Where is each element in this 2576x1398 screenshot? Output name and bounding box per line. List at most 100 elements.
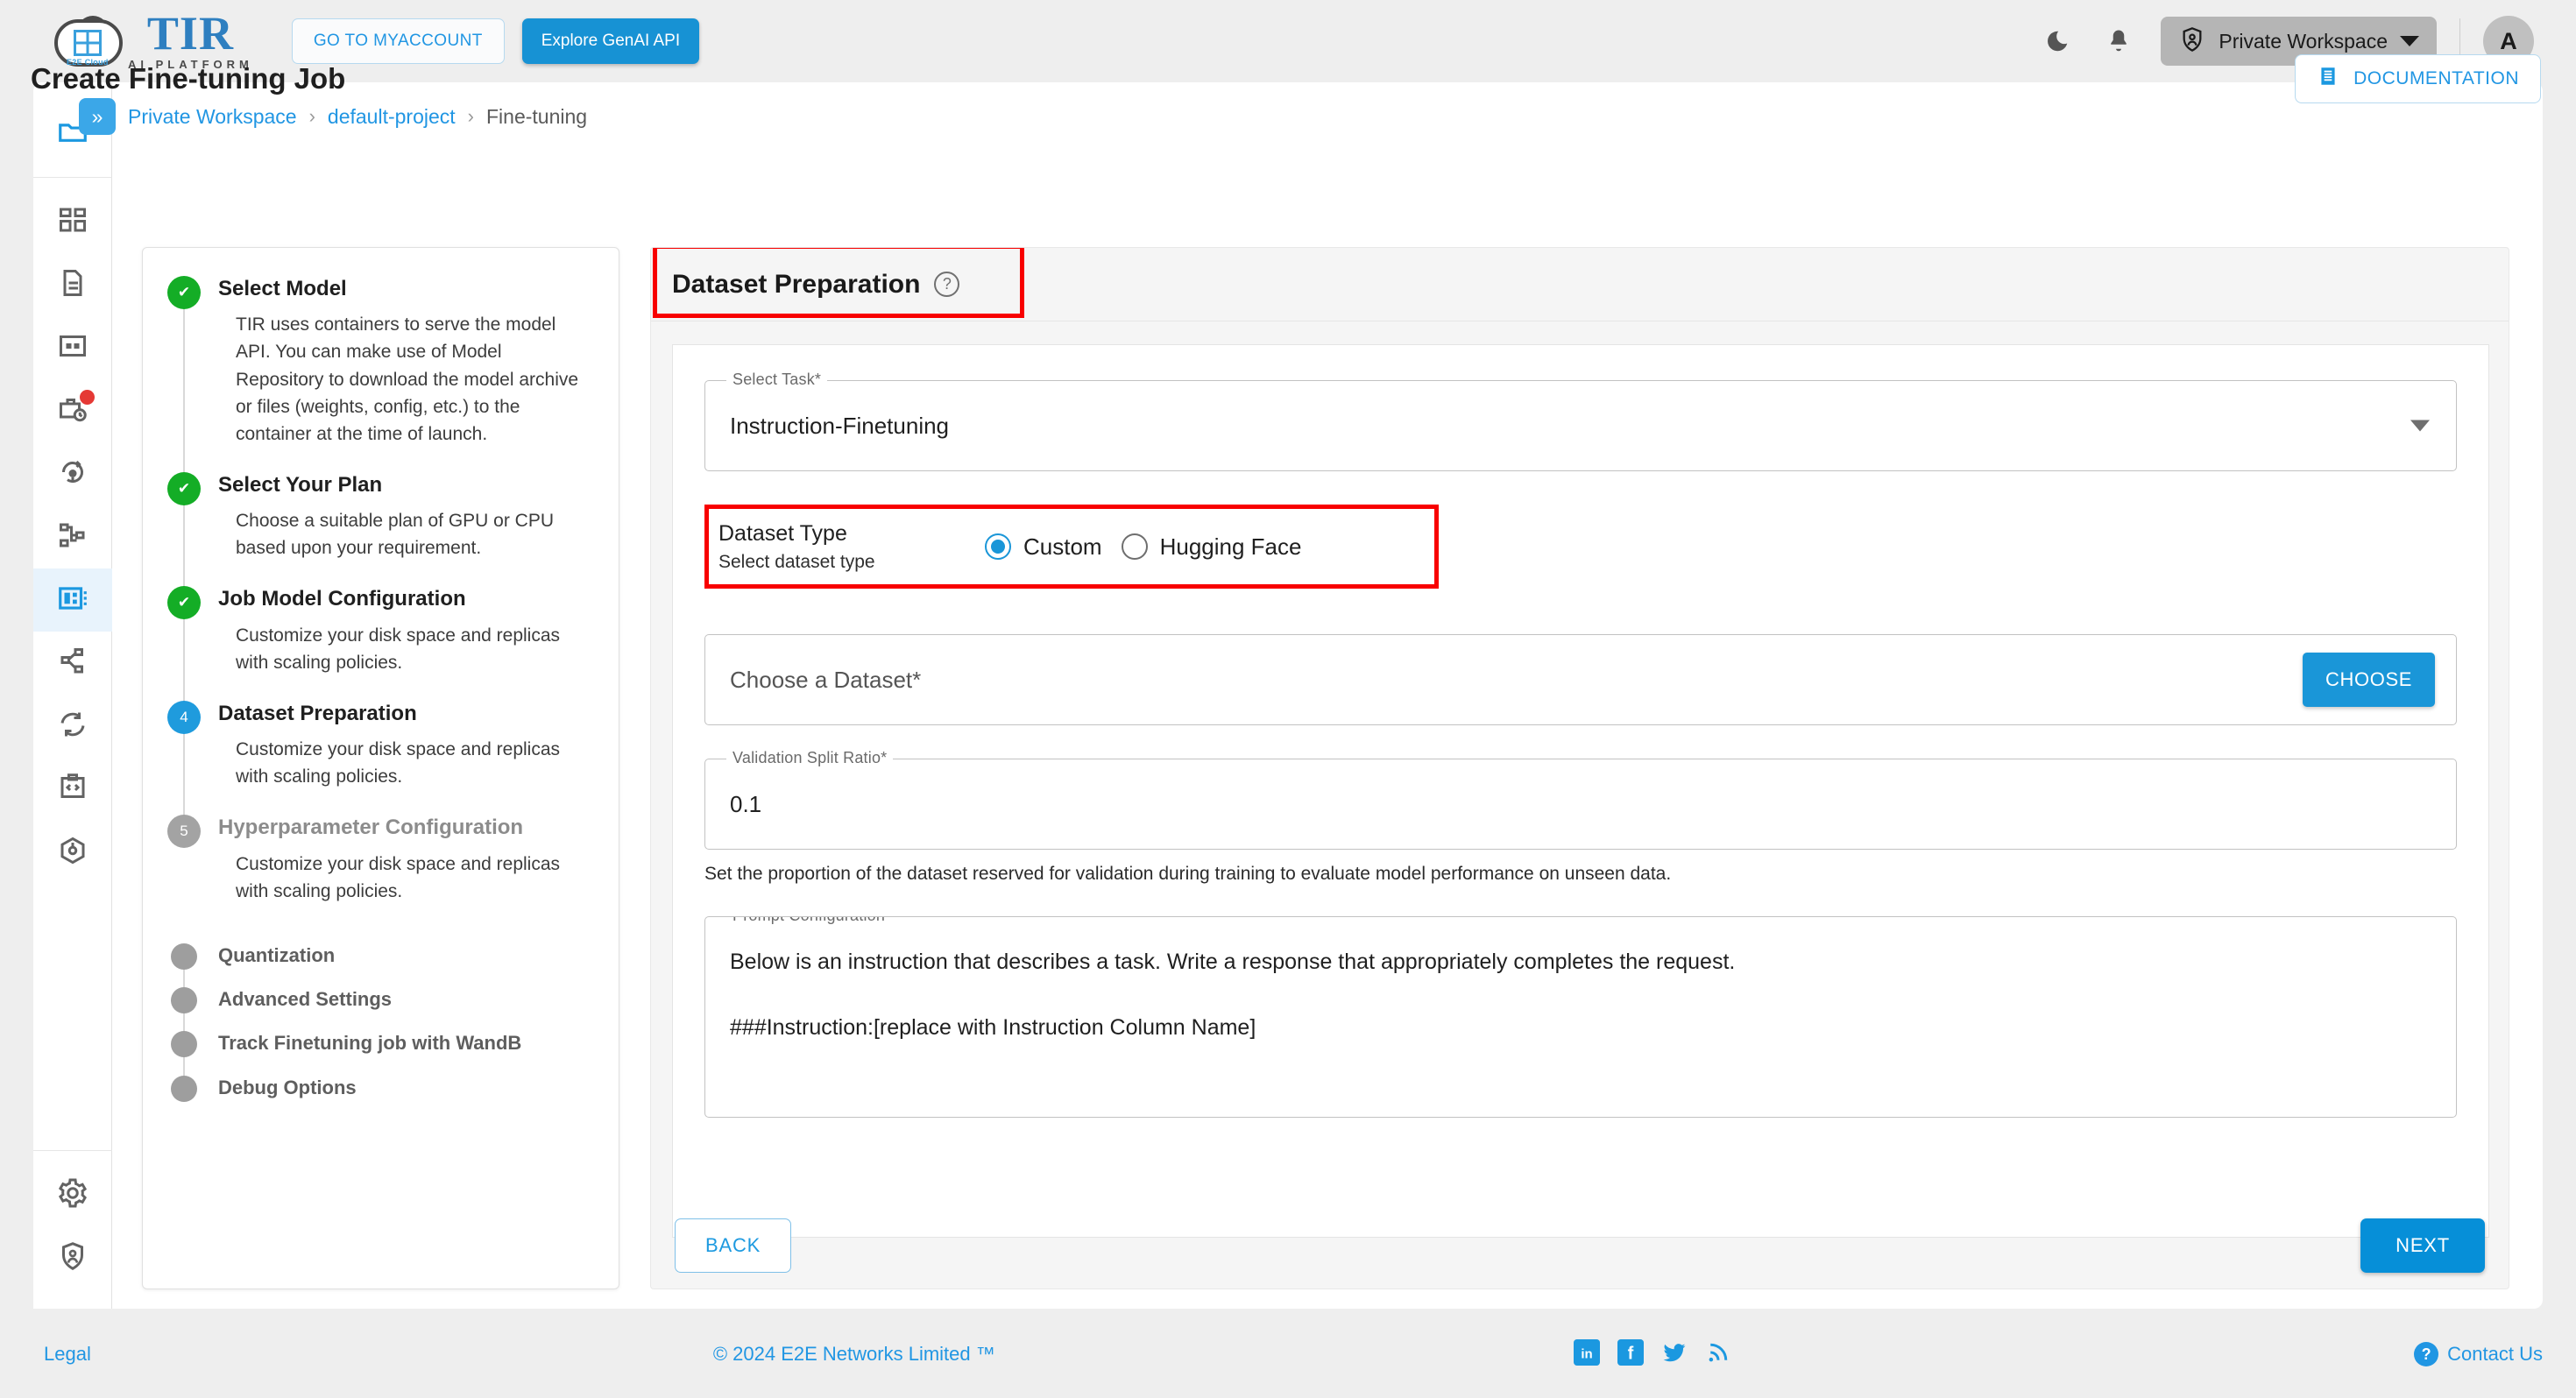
sidebar-item-packages[interactable] [33,821,112,884]
step-status-done-icon: ✔ [167,276,201,309]
step-title: Select Your Plan [218,472,383,497]
page-title: Create Fine-tuning Job [31,62,346,95]
sidebar-item-finetuning[interactable] [32,568,112,632]
step-title: Select Model [218,277,347,300]
dataset-type-title: Dataset Type [718,521,847,547]
chevron-down-icon[interactable] [2410,420,2430,432]
substep-title: Advanced Settings [218,988,393,1011]
choose-dataset-button[interactable]: CHOOSE [2303,653,2435,707]
prompt-configuration-label: Prompt Configuration* [726,917,898,925]
validation-split-value: 0.1 [730,790,762,817]
panel-header: Dataset Preparation ? [651,248,2509,321]
panel-body: Select Task* Instruction-Finetuning Data… [672,344,2489,1238]
rss-icon[interactable] [1705,1339,1731,1370]
rail-divider [32,177,112,178]
finetuning-icon [56,582,89,619]
step-description: Choose a suitable plan of GPU or CPU bas… [236,511,555,559]
substep-title: Debug Options [218,1076,357,1098]
dataset-type-subtitle: Select dataset type [718,551,875,572]
substep-advanced-settings[interactable]: Advanced Settings [167,985,596,1051]
page-footer: Legal © 2024 E2E Networks Limited ™ in f… [0,1310,2576,1398]
dashboard-grid-icon [57,204,88,240]
validation-split-helper-text: Set the proportion of the dataset reserv… [704,864,1672,884]
footer-contact-label: Contact Us [2447,1343,2543,1365]
sidebar-item-code[interactable] [33,758,112,821]
question-mark-icon[interactable]: ? [934,272,960,297]
dataset-preparation-panel: Dataset Preparation ? Select Task* Instr… [650,247,2509,1289]
radio-button-hugging-face[interactable] [1121,533,1148,560]
substep-quantization[interactable]: Quantization [167,942,596,1006]
panel-title: Dataset Preparation [672,269,921,299]
question-mark-icon: ? [2414,1342,2439,1366]
facebook-icon[interactable]: f [1617,1338,1644,1370]
step-title: Dataset Preparation [218,701,417,725]
footer-legal-link[interactable]: Legal [44,1343,91,1366]
radio-option-custom[interactable]: Custom [985,533,1102,561]
package-cube-icon [57,835,88,871]
step-dataset-preparation[interactable]: 4 Dataset Preparation Customize your dis… [167,699,596,825]
substep-debug-options[interactable]: Debug Options [167,1074,596,1102]
step-status-done-icon: ✔ [167,586,201,620]
select-task-label: Select Task* [726,371,828,389]
radio-option-hugging-face[interactable]: Hugging Face [1121,533,1301,561]
radio-button-custom[interactable] [985,533,1011,560]
next-button[interactable]: NEXT [2360,1218,2485,1273]
sidebar-item-documents[interactable] [33,253,112,316]
substep-bullet-icon [171,1031,197,1058]
wizard-action-bar: BACK NEXT [650,1198,2509,1293]
sidebar-item-share[interactable] [33,632,112,695]
app-root: E2E Cloud TIR AI PLATFORM GO TO MYACCOUN… [0,0,2576,1398]
sidebar-item-jobs[interactable] [33,379,112,442]
radio-label-custom: Custom [1023,533,1102,560]
footer-social-links: in f [1573,1338,1731,1370]
prompt-line-1: Below is an instruction that describes a… [730,950,1736,974]
step-job-model-configuration[interactable]: ✔ Job Model Configuration Customize your… [167,584,596,711]
pipeline-nodes-icon [57,519,88,555]
choose-dataset-field[interactable]: Choose a Dataset* CHOOSE [704,634,2457,725]
substep-track-wandb[interactable]: Track Finetuning job with WandB [167,1029,596,1095]
code-snippet-icon [57,772,88,808]
rail-divider-bottom [32,1150,112,1151]
step-number-badge: 4 [167,700,201,734]
choose-dataset-placeholder: Choose a Dataset* [730,666,922,693]
dataset-type-section: Dataset Type Select dataset type Custom … [704,505,2457,589]
select-task-value: Instruction-Finetuning [730,412,950,439]
documentation-label: DOCUMENTATION [2353,68,2519,88]
step-hyperparameter-configuration[interactable]: 5 Hyperparameter Configuration Customize… [167,813,596,905]
documentation-button[interactable]: DOCUMENTATION [2295,54,2541,103]
step-description: Customize your disk space and replicas w… [236,625,561,673]
sidebar-item-sync[interactable] [33,695,112,758]
step-title: Job Model Configuration [218,587,466,611]
table-grid-icon [57,330,88,366]
sidebar-item-dashboard[interactable] [33,190,112,253]
substep-title: Quantization [218,943,336,966]
step-status-done-icon: ✔ [167,471,201,505]
sidebar-item-settings[interactable] [33,1163,112,1226]
model-deploy-icon [57,456,88,492]
sidebar-item-security[interactable] [33,1226,112,1289]
step-select-plan[interactable]: ✔ Select Your Plan Choose a suitable pla… [167,470,596,597]
substep-bullet-icon [171,987,197,1014]
sidebar-item-deployments[interactable] [33,442,112,505]
settings-gear-icon [57,1177,88,1213]
sidebar-item-datasets[interactable] [33,316,112,379]
footer-copyright: © 2024 E2E Networks Limited ™ [712,1343,995,1365]
prompt-configuration-field[interactable]: Prompt Configuration* Below is an instru… [704,916,2457,1118]
step-number-badge: 5 [167,815,201,849]
back-button[interactable]: BACK [675,1218,792,1273]
validation-split-label: Validation Split Ratio* [726,749,894,767]
prompt-line-2: ###Instruction:[replace with Instruction… [730,1014,1256,1040]
step-title: Hyperparameter Configuration [218,816,524,840]
step-description: TIR uses containers to serve the model A… [236,314,579,444]
twitter-icon[interactable] [1661,1339,1688,1370]
validation-split-ratio-field[interactable]: Validation Split Ratio* 0.1 [704,749,2457,850]
document-icon [57,267,88,303]
footer-contact-us[interactable]: ? Contact Us [2414,1342,2543,1366]
step-select-model[interactable]: ✔ Select Model TIR uses containers to se… [167,274,596,477]
step-description: Customize your disk space and replicas w… [236,739,561,787]
security-shield-icon [57,1240,88,1276]
linkedin-icon[interactable]: in [1573,1338,1600,1370]
select-task-field[interactable]: Select Task* Instruction-Finetuning [704,371,2457,471]
svg-text:f: f [1627,1344,1633,1363]
sidebar-item-pipelines[interactable] [33,505,112,568]
